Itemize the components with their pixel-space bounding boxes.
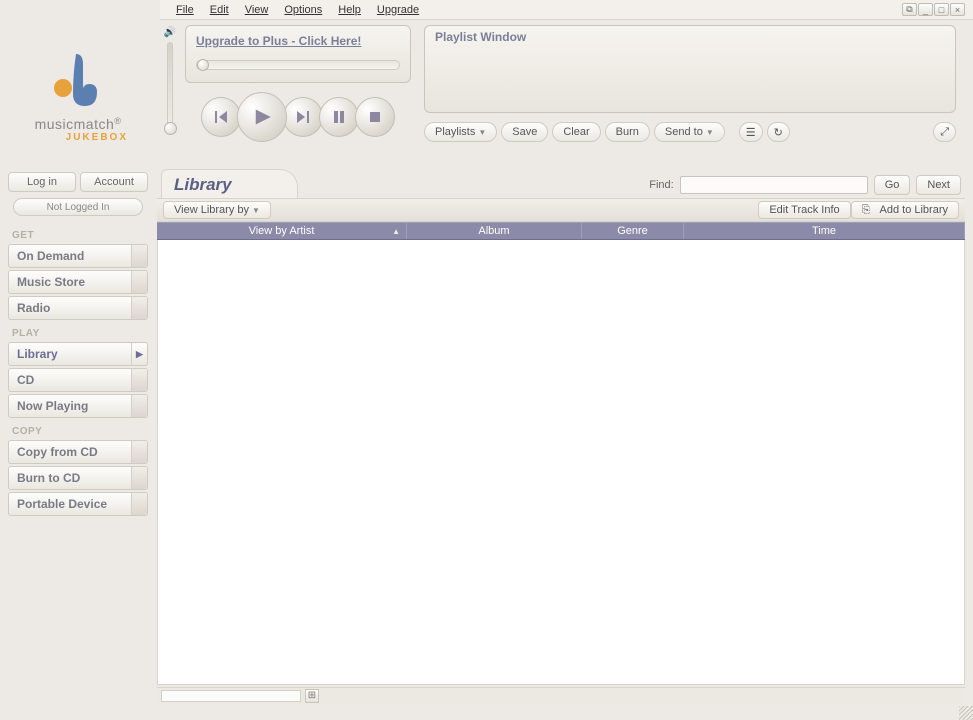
nav-cd[interactable]: CD [8,368,148,392]
resize-grip[interactable] [959,706,973,720]
add-column-button[interactable]: ⊞ [305,689,319,703]
go-button[interactable]: Go [874,175,911,195]
playlist-window: Playlist Window [424,25,956,113]
nav-library[interactable]: Library▶ [8,342,148,366]
find-input[interactable] [680,176,868,194]
next-button[interactable] [283,97,323,137]
nav-heading-play: PLAY [12,328,148,339]
close-button[interactable]: × [950,3,965,16]
nav-burn-to-cd[interactable]: Burn to CD [8,466,148,490]
add-to-library-button[interactable]: ⎘ Add to Library [851,201,959,219]
library-toolbar: View Library by▼ Edit Track Info ⎘ Add t… [157,198,965,222]
sidebar: Log in Account Not Logged In GET On Dema… [8,172,148,518]
playlist-expand-button[interactable]: ⤢ [933,122,956,142]
column-headers: View by Artist▲ Album Genre Time [157,222,965,240]
menu-view[interactable]: View [237,2,277,18]
account-button[interactable]: Account [80,172,148,192]
previous-button[interactable] [201,97,241,137]
next-button-find[interactable]: Next [916,175,961,195]
burn-button[interactable]: Burn [605,122,650,142]
status-field [161,690,301,702]
playlist-toolbar: Playlists▼ Save Clear Burn Send to▼ ☰ ↻ … [424,119,956,145]
app-logo: musicmatch® JUKEBOX [8,28,148,158]
now-playing-display: Upgrade to Plus - Click Here! [185,25,411,83]
upgrade-link[interactable]: Upgrade to Plus - Click Here! [196,34,361,48]
logo-text: musicmatch® [35,116,122,132]
pause-button[interactable] [319,97,359,137]
nav-copy-from-cd[interactable]: Copy from CD [8,440,148,464]
nav-portable-device[interactable]: Portable Device [8,492,148,516]
play-button[interactable] [237,92,287,142]
nav-heading-copy: COPY [12,426,148,437]
col-header-artist[interactable]: View by Artist▲ [157,223,407,239]
shuffle-button[interactable]: ☰ [739,122,763,142]
menu-bar: File Edit View Options Help Upgrade ⧉ _ … [160,0,973,20]
clear-button[interactable]: Clear [552,122,600,142]
undock-button[interactable]: ⧉ [902,3,917,16]
nav-on-demand[interactable]: On Demand [8,244,148,268]
menu-options[interactable]: Options [276,2,330,18]
library-content[interactable] [157,240,965,685]
playlists-dropdown[interactable]: Playlists▼ [424,122,497,142]
menu-edit[interactable]: Edit [202,2,237,18]
find-label: Find: [649,179,673,191]
nav-heading-get: GET [12,230,148,241]
menu-upgrade[interactable]: Upgrade [369,2,427,18]
logo-subtext: JUKEBOX [8,132,148,143]
add-icon: ⎘ [862,204,871,217]
library-tab: Library [161,169,298,199]
minimize-button[interactable]: _ [918,3,933,16]
player-area: 🔊 Upgrade to Plus - Click Here! Playlist… [160,23,965,148]
speaker-icon: 🔊 [164,27,176,38]
login-status: Not Logged In [13,198,143,216]
library-title: Library [174,175,232,195]
login-button[interactable]: Log in [8,172,76,192]
repeat-button[interactable]: ↻ [767,122,790,142]
volume-track[interactable] [167,42,173,130]
col-header-time[interactable]: Time [684,223,965,239]
view-library-by-dropdown[interactable]: View Library by▼ [163,201,271,219]
seek-knob[interactable] [197,59,209,71]
maximize-button[interactable]: □ [934,3,949,16]
sort-indicator-icon: ▲ [392,227,400,236]
seek-bar[interactable] [196,60,400,70]
find-row: Find: Go Next [649,173,961,197]
save-button[interactable]: Save [501,122,548,142]
volume-control[interactable]: 🔊 [160,25,180,145]
sendto-dropdown[interactable]: Send to▼ [654,122,725,142]
nav-music-store[interactable]: Music Store [8,270,148,294]
library-status-bar: ⊞ [157,687,965,703]
nav-radio[interactable]: Radio [8,296,148,320]
nav-now-playing[interactable]: Now Playing [8,394,148,418]
menu-file[interactable]: File [168,2,202,18]
transport-controls [185,89,411,145]
edit-track-info-button[interactable]: Edit Track Info [758,201,850,219]
col-header-album[interactable]: Album [407,223,582,239]
volume-knob[interactable] [164,122,177,135]
stop-button[interactable] [355,97,395,137]
menu-help[interactable]: Help [330,2,369,18]
playlist-window-title: Playlist Window [435,30,945,44]
library-panel: Library Find: Go Next View Library by▼ E… [157,169,965,703]
col-header-genre[interactable]: Genre [582,223,684,239]
